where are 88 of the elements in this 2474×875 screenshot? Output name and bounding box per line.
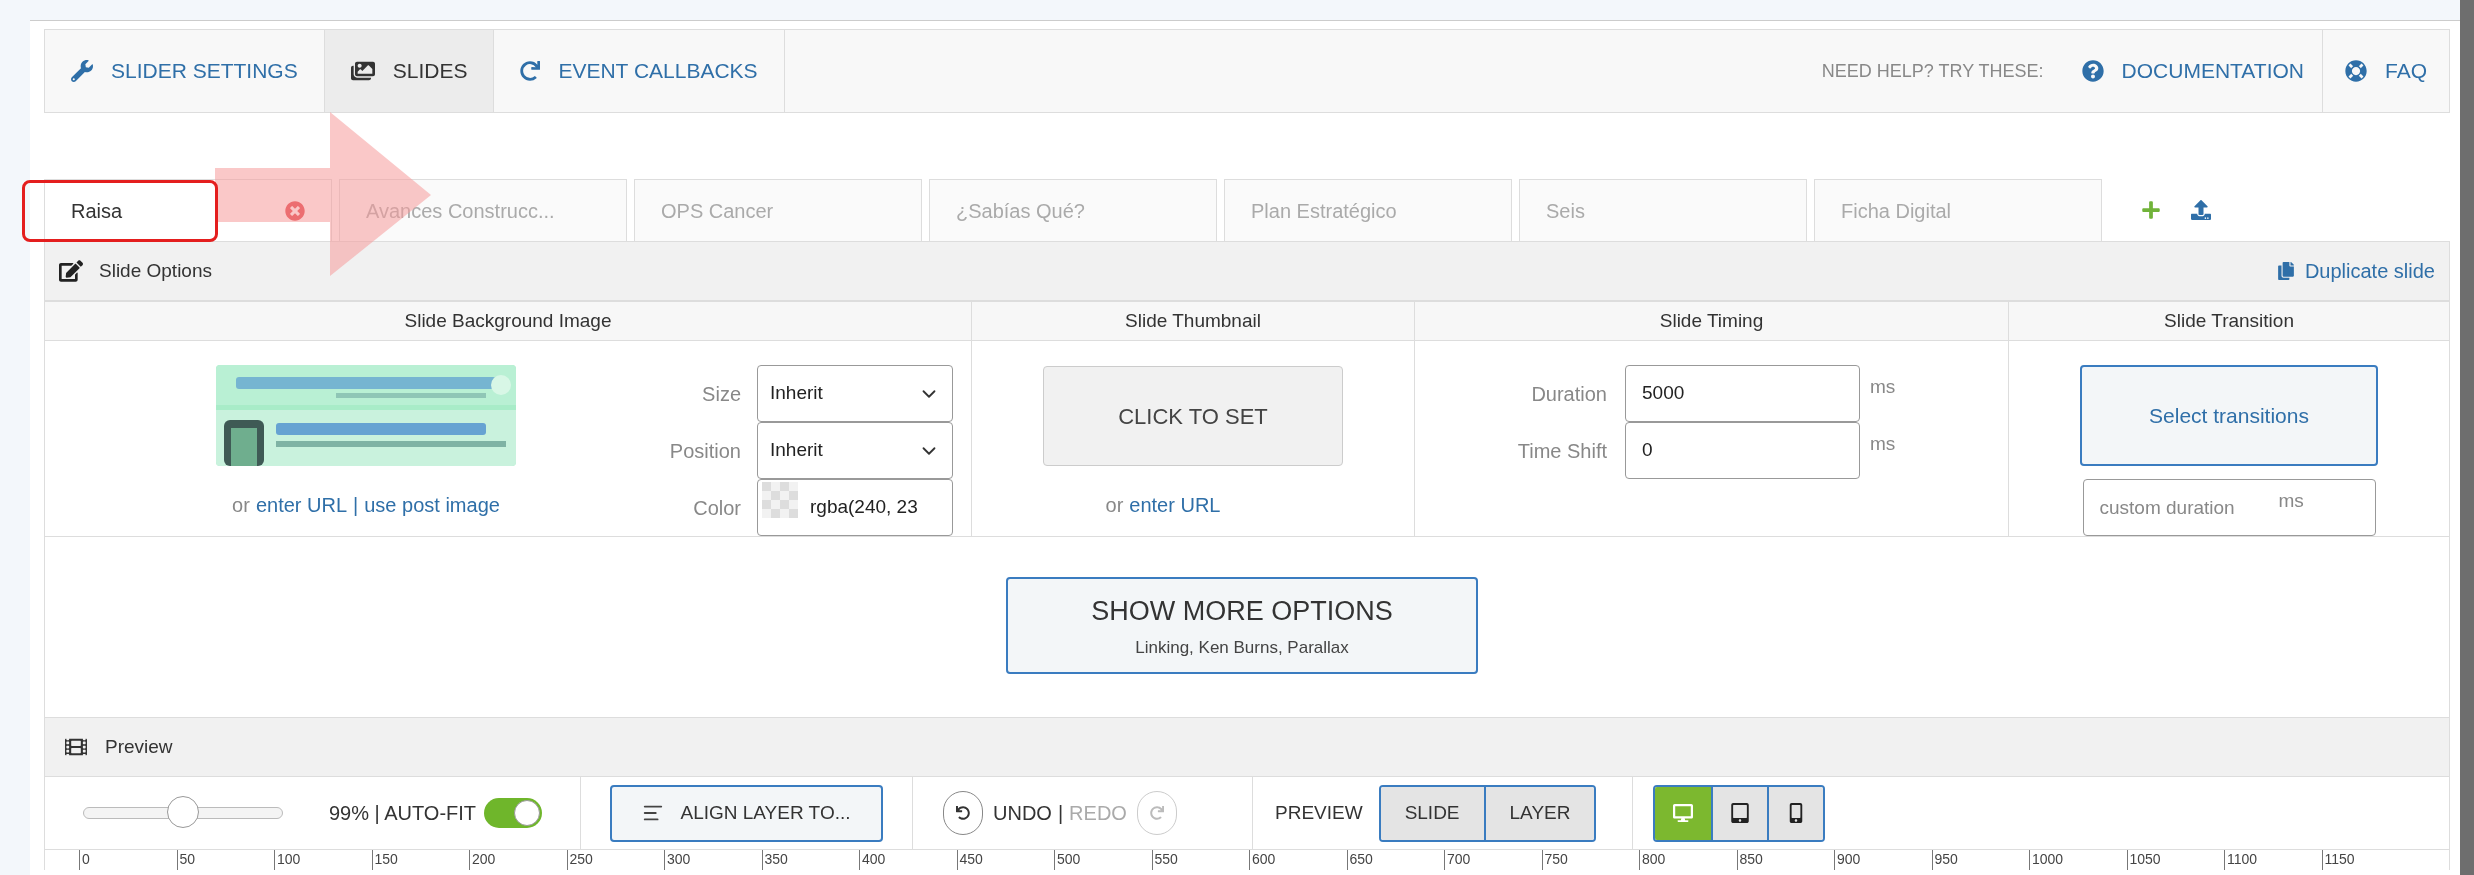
zoom-reading: 99% | AUTO-FIT: [329, 801, 477, 826]
upload-icon[interactable]: [2191, 200, 2211, 220]
field-label: Duration: [1530, 381, 1608, 407]
redo-arrow-icon: [520, 61, 541, 81]
button-title: SHOW MORE OPTIONS: [1091, 594, 1393, 628]
ruler-label: 650: [1346, 850, 1444, 870]
ruler-label: 400: [859, 850, 957, 870]
ruler-label: 350: [761, 850, 859, 870]
lifebuoy-icon: [2345, 60, 2367, 82]
ruler-label: 900: [1834, 850, 1932, 870]
ruler-label: 200: [469, 850, 567, 870]
wrench-icon: [71, 60, 93, 82]
ruler-label: 550: [1151, 850, 1249, 870]
ruler-label: 0: [79, 850, 177, 870]
unit-label: ms: [1870, 432, 1896, 456]
color-field[interactable]: rgba(240, 23: [757, 479, 953, 536]
unit-label: ms: [1870, 375, 1896, 399]
ruler-label: 150: [371, 850, 469, 870]
section-title: Slide Options: [99, 258, 212, 283]
images-icon: [350, 59, 375, 83]
ruler-label: 850: [1736, 850, 1834, 870]
scrollbar[interactable]: [2460, 0, 2474, 875]
preview-mode-button[interactable]: LAYER: [1483, 786, 1595, 840]
ruler-label: 300: [664, 850, 762, 870]
field-label: Size: [701, 381, 742, 407]
duplicate-link[interactable]: Duplicate slide: [2276, 256, 2435, 286]
select-field[interactable]: Inherit: [757, 365, 953, 422]
preview-label: PREVIEW: [1275, 800, 1363, 825]
auto-fit-toggle[interactable]: [484, 798, 543, 828]
show-more-options-button[interactable]: SHOW MORE OPTIONS Linking, Ken Burns, Parallax: [1006, 577, 1478, 674]
tablet-icon: [1731, 803, 1749, 823]
align-layer-button[interactable]: ALIGN LAYER TO...: [610, 784, 883, 842]
enter-url-link[interactable]: enter URL: [255, 490, 348, 520]
column-header: Slide Thumbnail: [971, 301, 1414, 341]
or-text: or: [232, 493, 250, 518]
ruler-label: 1100: [2224, 850, 2322, 870]
ruler-label: 1000: [2029, 850, 2127, 870]
help-link[interactable]: DOCUMENTATION: [2063, 30, 2322, 112]
ruler-label: 950: [1931, 850, 2029, 870]
section-title: Preview: [105, 734, 173, 759]
separator-text: |: [1057, 801, 1064, 826]
column-header: Slide Transition: [2008, 301, 2449, 341]
ruler-label: 1050: [2126, 850, 2224, 870]
ruler-label: 750: [1541, 850, 1639, 870]
separator-text: |: [353, 493, 359, 518]
set-thumbnail-button[interactable]: CLICK TO SET: [1043, 366, 1343, 466]
field-label: Color: [692, 495, 742, 521]
ruler-label: 800: [1639, 850, 1737, 870]
field-label: Position: [668, 438, 742, 464]
phone-icon: [1789, 803, 1803, 823]
device-button[interactable]: [1767, 786, 1823, 840]
add-icon[interactable]: [2141, 200, 2161, 220]
select-transitions-button[interactable]: Select transitions: [2080, 365, 2378, 466]
ruler-label: 50: [176, 850, 274, 870]
number-field[interactable]: 5000: [1625, 365, 1860, 422]
ruler-label: 600: [1249, 850, 1347, 870]
post-image-link[interactable]: use post image: [364, 490, 500, 520]
preview-mode-button[interactable]: SLIDE: [1380, 786, 1484, 840]
help-prompt: NEED HELP? TRY THESE:: [1821, 59, 2044, 83]
redo-icon: [1149, 806, 1164, 820]
ruler-label: 700: [1444, 850, 1542, 870]
nav-tab[interactable]: SLIDES: [324, 30, 495, 112]
number-field[interactable]: 0: [1625, 422, 1860, 479]
field-label: Time Shift: [1516, 438, 1608, 464]
undo-label[interactable]: UNDO: [993, 798, 1052, 828]
help-link[interactable]: FAQ: [2322, 30, 2449, 112]
undo-icon: [956, 806, 970, 820]
device-button[interactable]: [1711, 786, 1767, 840]
unit-label: ms: [2278, 489, 2304, 513]
or-text: or: [1105, 493, 1124, 518]
transparent-swatch-icon: [762, 482, 798, 518]
enter-url-link[interactable]: enter URL: [1129, 490, 1221, 520]
ruler-label: 100: [274, 850, 372, 870]
help-icon: [2081, 60, 2104, 82]
close-icon[interactable]: [285, 200, 305, 221]
desktop-icon: [1673, 803, 1693, 823]
ruler-label: 250: [566, 850, 664, 870]
ruler-label: 450: [956, 850, 1054, 870]
edit-icon: [59, 259, 83, 283]
column-header: Slide Background Image: [45, 301, 971, 341]
column-header: Slide Timing: [1414, 301, 2008, 341]
zoom-slider-thumb[interactable]: [167, 796, 199, 828]
slide-tab[interactable]: Raisa: [44, 179, 332, 241]
button-subtitle: Linking, Ken Burns, Parallax: [1135, 637, 1349, 659]
ruler-label: 500: [1054, 850, 1152, 870]
copy-icon: [2276, 262, 2295, 280]
ruler-label: 1150: [2321, 850, 2419, 870]
select-field[interactable]: Inherit: [757, 422, 953, 479]
